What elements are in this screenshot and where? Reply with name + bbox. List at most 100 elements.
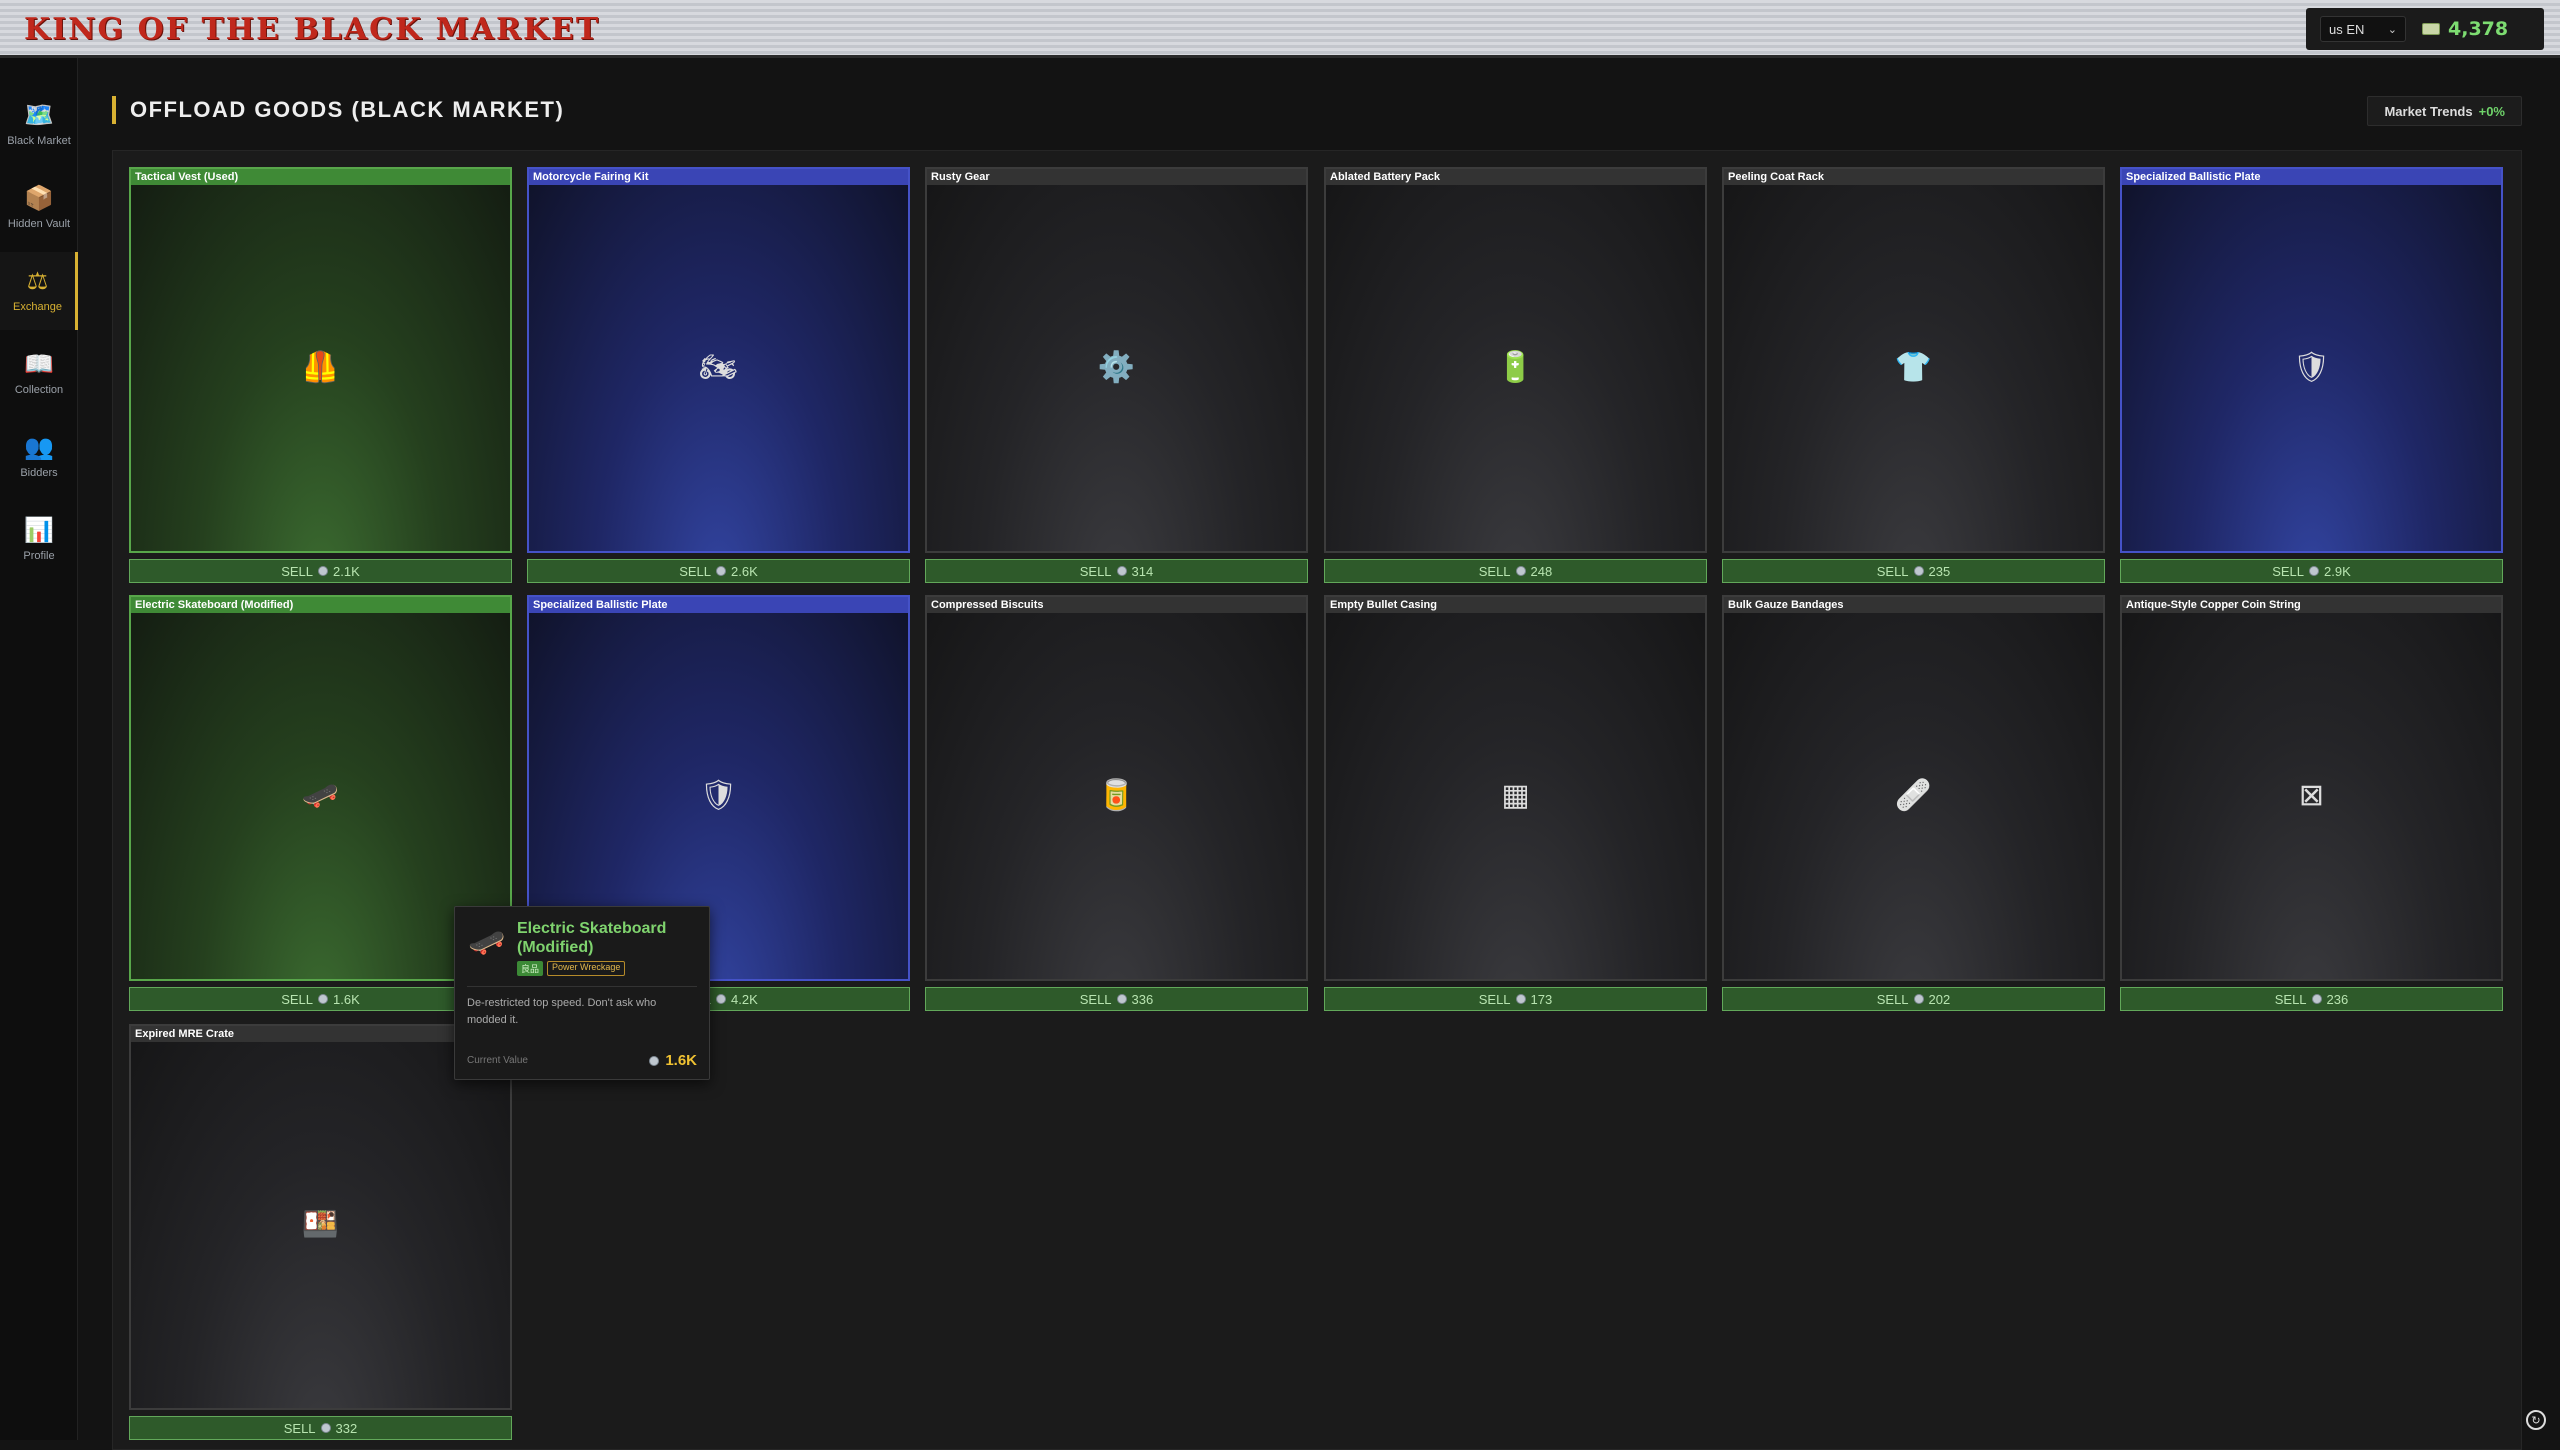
sidebar-item-label: Profile <box>23 550 55 562</box>
item-card[interactable]: Bulk Gauze Bandages 🩹 SELL 202 <box>1722 595 2105 1011</box>
ammo-box-icon: ▦ <box>1501 779 1530 812</box>
sell-button[interactable]: SELL 2.1K <box>129 559 512 583</box>
item-card[interactable]: Motorcycle Fairing Kit 🏍 SELL 2.6K <box>527 167 910 583</box>
item-card-frame[interactable]: Rusty Gear ⚙️ <box>925 167 1308 553</box>
item-card-frame[interactable]: Motorcycle Fairing Kit 🏍 <box>527 167 910 553</box>
sell-label: SELL <box>281 991 314 1007</box>
coin-icon <box>2309 566 2320 576</box>
sidebar-item-hidden-vault[interactable]: 📦 Hidden Vault <box>0 169 78 247</box>
item-art: 🥫 <box>927 613 1306 979</box>
item-card-frame[interactable]: Expired MRE Crate 🍱 <box>129 1024 512 1410</box>
page-title: OFFLOAD GOODS (BLACK MARKET) <box>130 97 565 122</box>
sell-button[interactable]: SELL 314 <box>925 559 1308 583</box>
sidebar-item-exchange[interactable]: ⚖ Exchange <box>0 252 78 330</box>
item-card-frame[interactable]: Bulk Gauze Bandages 🩹 <box>1722 595 2105 981</box>
item-card[interactable]: Antique-Style Copper Coin String ⊠ SELL 236 <box>2120 595 2503 1011</box>
sidebar-item-label: Exchange <box>13 301 62 313</box>
item-card-frame[interactable]: Specialized Ballistic Plate 🛡 <box>2120 167 2503 553</box>
rarity-tag: 良品 <box>517 961 544 976</box>
sell-button[interactable]: SELL 336 <box>925 987 1308 1011</box>
bandage-icon: 🩹 <box>1894 779 1933 812</box>
item-card[interactable]: Ablated Battery Pack 🔋 SELL 248 <box>1324 167 1707 583</box>
item-art: 🏍 <box>529 185 908 551</box>
sell-button[interactable]: SELL 2.6K <box>527 559 910 583</box>
item-card-frame[interactable]: Ablated Battery Pack 🔋 <box>1324 167 1707 553</box>
sell-label: SELL <box>1876 991 1909 1007</box>
scales-icon: ⚖ <box>26 268 49 295</box>
language-value: us EN <box>2329 21 2365 37</box>
shield-icon: 🛡 <box>2292 351 2331 384</box>
coin-icon <box>1116 994 1127 1004</box>
item-name: Antique-Style Copper Coin String <box>2122 597 2501 613</box>
main-content: OFFLOAD GOODS (BLACK MARKET) Market Tren… <box>78 58 2560 1450</box>
item-card[interactable]: Compressed Biscuits 🥫 SELL 336 <box>925 595 1308 1011</box>
top-right-controls: us EN ⌄ 4,378 <box>2306 8 2544 50</box>
book-icon: 📖 <box>24 351 54 378</box>
item-card-frame[interactable]: Antique-Style Copper Coin String ⊠ <box>2120 595 2503 981</box>
language-select[interactable]: us EN ⌄ <box>2320 16 2406 42</box>
sell-price: 236 <box>2326 991 2349 1007</box>
sell-price: 173 <box>1530 991 1553 1007</box>
sell-label: SELL <box>1876 563 1909 579</box>
sell-price: 332 <box>335 1420 358 1436</box>
sidebar-item-collection[interactable]: 📖 Collection <box>0 335 78 413</box>
sell-button[interactable]: SELL 2.9K <box>2120 559 2503 583</box>
item-card-frame[interactable]: Tactical Vest (Used) 🦺 <box>129 167 512 553</box>
skateboard-icon: 🛹 <box>468 925 506 959</box>
market-trends-badge[interactable]: Market Trends +0% <box>2367 96 2522 126</box>
sidebar-item-label: Black Market <box>7 135 71 147</box>
item-card-frame[interactable]: Empty Bullet Casing ▦ <box>1324 595 1707 981</box>
sidebar-item-label: Bidders <box>20 467 58 479</box>
sell-price: 314 <box>1131 563 1154 579</box>
item-card[interactable]: Rusty Gear ⚙️ SELL 314 <box>925 167 1308 583</box>
shirt-icon: 👕 <box>1894 351 1933 384</box>
sell-button[interactable]: SELL 173 <box>1324 987 1707 1011</box>
top-bar: KING OF THE BLACK MARKET us EN ⌄ 4,378 <box>0 0 2560 58</box>
skateboard-icon: 🛹 <box>301 779 340 812</box>
coin-icon <box>318 566 329 576</box>
battery-icon: 🔋 <box>1496 351 1535 384</box>
people-icon: 👥 <box>24 434 54 461</box>
sidebar-item-profile[interactable]: 📊 Profile <box>0 501 78 579</box>
item-art: 👕 <box>1724 185 2103 551</box>
settings-corner-icon[interactable]: ↻ <box>2526 1410 2546 1430</box>
shield-icon: 🛡 <box>699 779 738 812</box>
item-name: Ablated Battery Pack <box>1326 169 1705 185</box>
sidebar-item-label: Hidden Vault <box>7 218 71 230</box>
item-art: 🦺 <box>131 185 510 551</box>
sell-button[interactable]: SELL 235 <box>1722 559 2105 583</box>
item-card-frame[interactable]: Peeling Coat Rack 👕 <box>1722 167 2105 553</box>
sell-button[interactable]: SELL 202 <box>1722 987 2105 1011</box>
tooltip-description: De-restricted top speed. Don't ask who m… <box>467 997 657 1026</box>
sidebar-item-black-market[interactable]: 🗺️ Black Market <box>0 86 78 164</box>
sell-button[interactable]: SELL 332 <box>129 1416 512 1440</box>
item-card[interactable]: Tactical Vest (Used) 🦺 SELL 2.1K <box>129 167 512 583</box>
sell-price: 2.9K <box>2324 563 2351 579</box>
item-tooltip: 🛹 Electric Skateboard (Modified) 良品 Powe… <box>454 906 710 1080</box>
chart-icon: 📊 <box>24 517 54 544</box>
item-name: Compressed Biscuits <box>927 597 1306 613</box>
coin-icon <box>1116 566 1127 576</box>
item-name: Bulk Gauze Bandages <box>1724 597 2103 613</box>
item-card[interactable]: Expired MRE Crate 🍱 SELL 332 <box>129 1024 512 1440</box>
item-card-frame[interactable]: Compressed Biscuits 🥫 <box>925 595 1308 981</box>
item-name: Electric Skateboard (Modified) <box>131 597 510 613</box>
tooltip-header: 🛹 Electric Skateboard (Modified) 良品 Powe… <box>467 919 697 976</box>
item-art: ⊠ <box>2122 613 2501 979</box>
sell-button[interactable]: SELL 248 <box>1324 559 1707 583</box>
gear-icon: ⚙️ <box>1097 351 1136 384</box>
item-card[interactable]: Peeling Coat Rack 👕 SELL 235 <box>1722 167 2105 583</box>
sell-label: SELL <box>2274 991 2307 1007</box>
coin-icon <box>320 1423 331 1433</box>
sell-label: SELL <box>1079 563 1112 579</box>
item-name: Peeling Coat Rack <box>1724 169 2103 185</box>
goods-grid: Tactical Vest (Used) 🦺 SELL 2.1K Motorcycle … <box>112 150 2522 1450</box>
item-art: ⚙️ <box>927 185 1306 551</box>
sell-button[interactable]: SELL 236 <box>2120 987 2503 1011</box>
item-card[interactable]: Specialized Ballistic Plate 🛡 SELL 2.9K <box>2120 167 2503 583</box>
item-name: Empty Bullet Casing <box>1326 597 1705 613</box>
sell-price: 1.6K <box>333 991 360 1007</box>
sidebar-item-bidders[interactable]: 👥 Bidders <box>0 418 78 496</box>
tooltip-divider <box>467 986 697 987</box>
item-card[interactable]: Empty Bullet Casing ▦ SELL 173 <box>1324 595 1707 1011</box>
